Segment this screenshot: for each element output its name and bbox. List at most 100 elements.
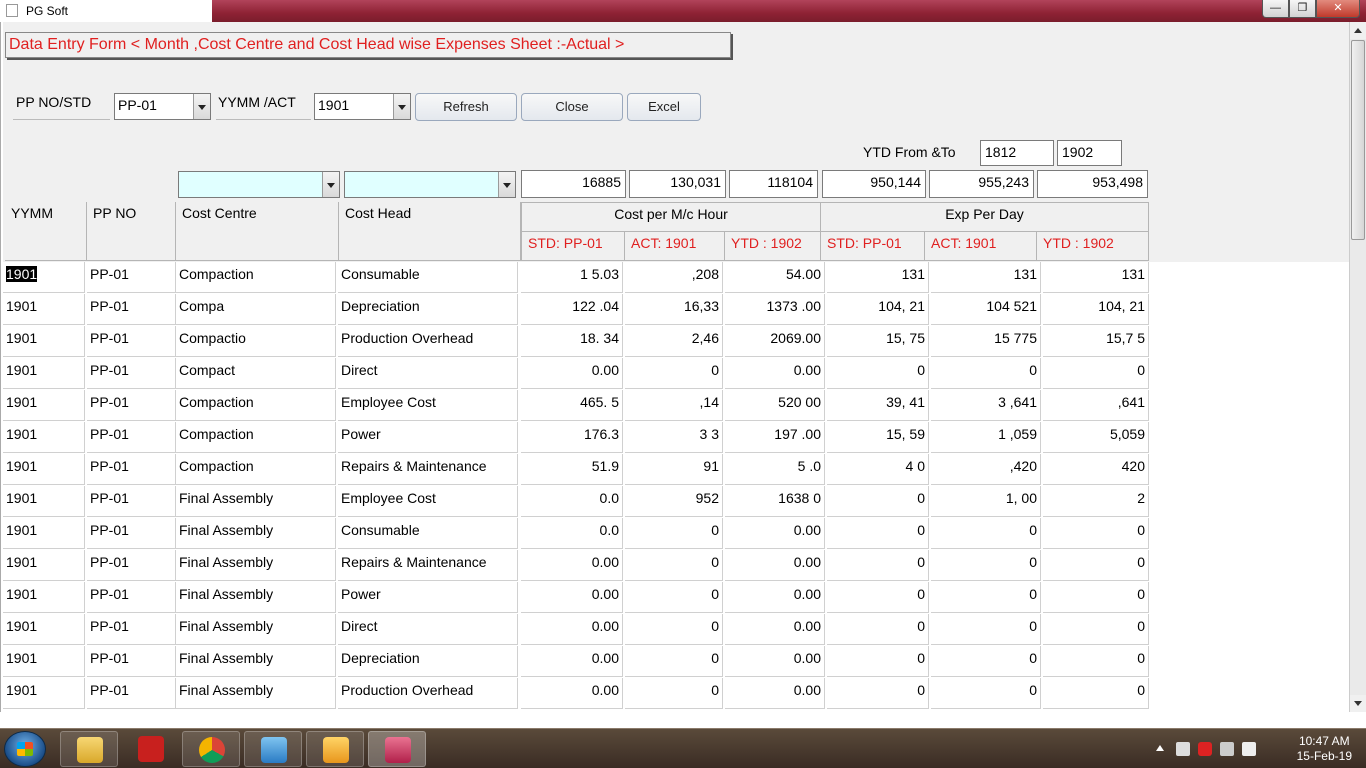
cell-std-day[interactable]: 0 bbox=[827, 582, 929, 613]
refresh-button[interactable]: Refresh bbox=[415, 93, 517, 121]
cell-act-mc[interactable]: 91 bbox=[625, 454, 723, 485]
cell-ytd-mc[interactable]: 0.00 bbox=[725, 614, 825, 645]
flag-icon[interactable] bbox=[1242, 742, 1256, 756]
cell-std-mc[interactable]: 122 .04 bbox=[521, 294, 623, 325]
cell-yymm[interactable]: 1901 bbox=[3, 582, 85, 613]
cell-ppno[interactable]: PP-01 bbox=[87, 326, 176, 357]
cell-act-mc[interactable]: ,208 bbox=[625, 262, 723, 293]
cell-act-day[interactable]: 104 521 bbox=[931, 294, 1041, 325]
chevron-down-icon[interactable] bbox=[393, 94, 410, 119]
cell-ytd-mc[interactable]: 197 .00 bbox=[725, 422, 825, 453]
cell-ppno[interactable]: PP-01 bbox=[87, 582, 176, 613]
cell-act-mc[interactable]: 0 bbox=[625, 358, 723, 389]
chevron-down-icon[interactable] bbox=[193, 94, 210, 119]
cell-std-day[interactable]: 39, 41 bbox=[827, 390, 929, 421]
cell-std-day[interactable]: 4 0 bbox=[827, 454, 929, 485]
table-row[interactable]: 1901 PP-01 Compact Direct 0.00 0 0.00 0 0 0 bbox=[3, 358, 1349, 390]
cell-cost-head[interactable]: Production Overhead bbox=[338, 326, 518, 357]
cell-ytd-day[interactable]: 0 bbox=[1043, 550, 1149, 581]
cell-cost-centre[interactable]: Compaction bbox=[176, 390, 336, 421]
cell-std-day[interactable]: 0 bbox=[827, 550, 929, 581]
cell-ytd-day[interactable]: 5,059 bbox=[1043, 422, 1149, 453]
cell-std-mc[interactable]: 0.00 bbox=[521, 358, 623, 389]
cell-act-day[interactable]: 1, 00 bbox=[931, 486, 1041, 517]
table-row[interactable]: 1901 PP-01 Compaction Consumable 1 5.03 ,208 5… bbox=[3, 262, 1349, 294]
cell-ytd-mc[interactable]: 520 00 bbox=[725, 390, 825, 421]
cell-act-mc[interactable]: 0 bbox=[625, 550, 723, 581]
cell-ytd-mc[interactable]: 0.00 bbox=[725, 358, 825, 389]
cell-cost-centre[interactable]: Final Assembly bbox=[176, 582, 336, 613]
ytd-to-input[interactable]: 1902 bbox=[1057, 140, 1122, 166]
excel-button[interactable]: Excel bbox=[627, 93, 701, 121]
cell-cost-head[interactable]: Direct bbox=[338, 614, 518, 645]
show-hidden-icon[interactable] bbox=[1156, 745, 1164, 751]
cell-yymm[interactable]: 1901 bbox=[3, 326, 85, 357]
table-row[interactable]: 1901 PP-01 Compaction Power 176.3 3 3 197 .00 1… bbox=[3, 422, 1349, 454]
clock[interactable]: 10:47 AM 15-Feb-19 bbox=[1297, 734, 1352, 764]
cell-std-day[interactable]: 104, 21 bbox=[827, 294, 929, 325]
table-row[interactable]: 1901 PP-01 Final Assembly Production Overhe… bbox=[3, 678, 1349, 710]
cell-cost-head[interactable]: Repairs & Maintenance bbox=[338, 550, 518, 581]
table-row[interactable]: 1901 PP-01 Final Assembly Consumable 0.0 0 0.0… bbox=[3, 518, 1349, 550]
cell-act-day[interactable]: 15 775 bbox=[931, 326, 1041, 357]
cell-cost-centre[interactable]: Final Assembly bbox=[176, 614, 336, 645]
cell-ytd-day[interactable]: 0 bbox=[1043, 646, 1149, 677]
cell-std-day[interactable]: 131 bbox=[827, 262, 929, 293]
cell-cost-head[interactable]: Power bbox=[338, 582, 518, 613]
start-button[interactable] bbox=[4, 731, 46, 767]
cell-cost-head[interactable]: Consumable bbox=[338, 518, 518, 549]
cell-ytd-day[interactable]: 0 bbox=[1043, 614, 1149, 645]
cell-act-day[interactable]: 0 bbox=[931, 582, 1041, 613]
cell-cost-centre[interactable]: Final Assembly bbox=[176, 678, 336, 709]
cell-ytd-mc[interactable]: 54.00 bbox=[725, 262, 825, 293]
cell-cost-centre[interactable]: Compaction bbox=[176, 454, 336, 485]
cell-yymm[interactable]: 1901 bbox=[3, 294, 85, 325]
cell-ytd-day[interactable]: 15,7 5 bbox=[1043, 326, 1149, 357]
yymm-select[interactable]: 1901 bbox=[314, 93, 411, 120]
cell-std-day[interactable]: 0 bbox=[827, 518, 929, 549]
cell-cost-centre[interactable]: Final Assembly bbox=[176, 518, 336, 549]
cell-std-mc[interactable]: 0.00 bbox=[521, 678, 623, 709]
cell-act-mc[interactable]: 2,46 bbox=[625, 326, 723, 357]
cell-cost-head[interactable]: Employee Cost bbox=[338, 390, 518, 421]
cell-ppno[interactable]: PP-01 bbox=[87, 678, 176, 709]
cell-std-day[interactable]: 0 bbox=[827, 486, 929, 517]
cell-yymm[interactable]: 1901 bbox=[3, 518, 85, 549]
cell-ytd-day[interactable]: 0 bbox=[1043, 678, 1149, 709]
cell-act-day[interactable]: 0 bbox=[931, 678, 1041, 709]
cell-std-mc[interactable]: 465. 5 bbox=[521, 390, 623, 421]
cell-std-day[interactable]: 15, 59 bbox=[827, 422, 929, 453]
cell-ytd-day[interactable]: 0 bbox=[1043, 518, 1149, 549]
chevron-down-icon[interactable] bbox=[498, 172, 515, 197]
cell-ytd-mc[interactable]: 0.00 bbox=[725, 550, 825, 581]
cell-std-mc[interactable]: 0.00 bbox=[521, 582, 623, 613]
scroll-down-icon[interactable] bbox=[1350, 695, 1366, 712]
cell-yymm[interactable]: 1901 bbox=[3, 262, 85, 293]
taskbar-chrome[interactable] bbox=[182, 731, 240, 767]
cell-yymm[interactable]: 1901 bbox=[3, 550, 85, 581]
cell-ppno[interactable]: PP-01 bbox=[87, 390, 176, 421]
cell-ytd-day[interactable]: 2 bbox=[1043, 486, 1149, 517]
cell-ppno[interactable]: PP-01 bbox=[87, 454, 176, 485]
table-row[interactable]: 1901 PP-01 Final Assembly Depreciation 0.00 0… bbox=[3, 646, 1349, 678]
taskbar-outlook[interactable] bbox=[306, 731, 364, 767]
cell-yymm[interactable]: 1901 bbox=[3, 678, 85, 709]
expense-grid[interactable]: 1901 PP-01 Compaction Consumable 1 5.03 ,208 5… bbox=[3, 262, 1349, 710]
cell-cost-centre[interactable]: Compactio bbox=[176, 326, 336, 357]
cell-ppno[interactable]: PP-01 bbox=[87, 550, 176, 581]
cell-yymm[interactable]: 1901 bbox=[3, 358, 85, 389]
scroll-up-icon[interactable] bbox=[1350, 22, 1366, 39]
cell-ppno[interactable]: PP-01 bbox=[87, 486, 176, 517]
cell-std-mc[interactable]: 0.0 bbox=[521, 518, 623, 549]
cell-act-day[interactable]: 131 bbox=[931, 262, 1041, 293]
table-row[interactable]: 1901 PP-01 Compaction Repairs & Maintenance… bbox=[3, 454, 1349, 486]
table-row[interactable]: 1901 PP-01 Final Assembly Repairs & Mainten… bbox=[3, 550, 1349, 582]
cell-act-day[interactable]: 0 bbox=[931, 614, 1041, 645]
cell-ytd-day[interactable]: 104, 21 bbox=[1043, 294, 1149, 325]
cost-centre-filter[interactable] bbox=[178, 171, 340, 198]
cell-ytd-mc[interactable]: 1373 .00 bbox=[725, 294, 825, 325]
taskbar-media[interactable] bbox=[244, 731, 302, 767]
cell-ytd-mc[interactable]: 0.00 bbox=[725, 518, 825, 549]
cell-act-day[interactable]: 3 ,641 bbox=[931, 390, 1041, 421]
cell-ytd-mc[interactable]: 5 .0 bbox=[725, 454, 825, 485]
